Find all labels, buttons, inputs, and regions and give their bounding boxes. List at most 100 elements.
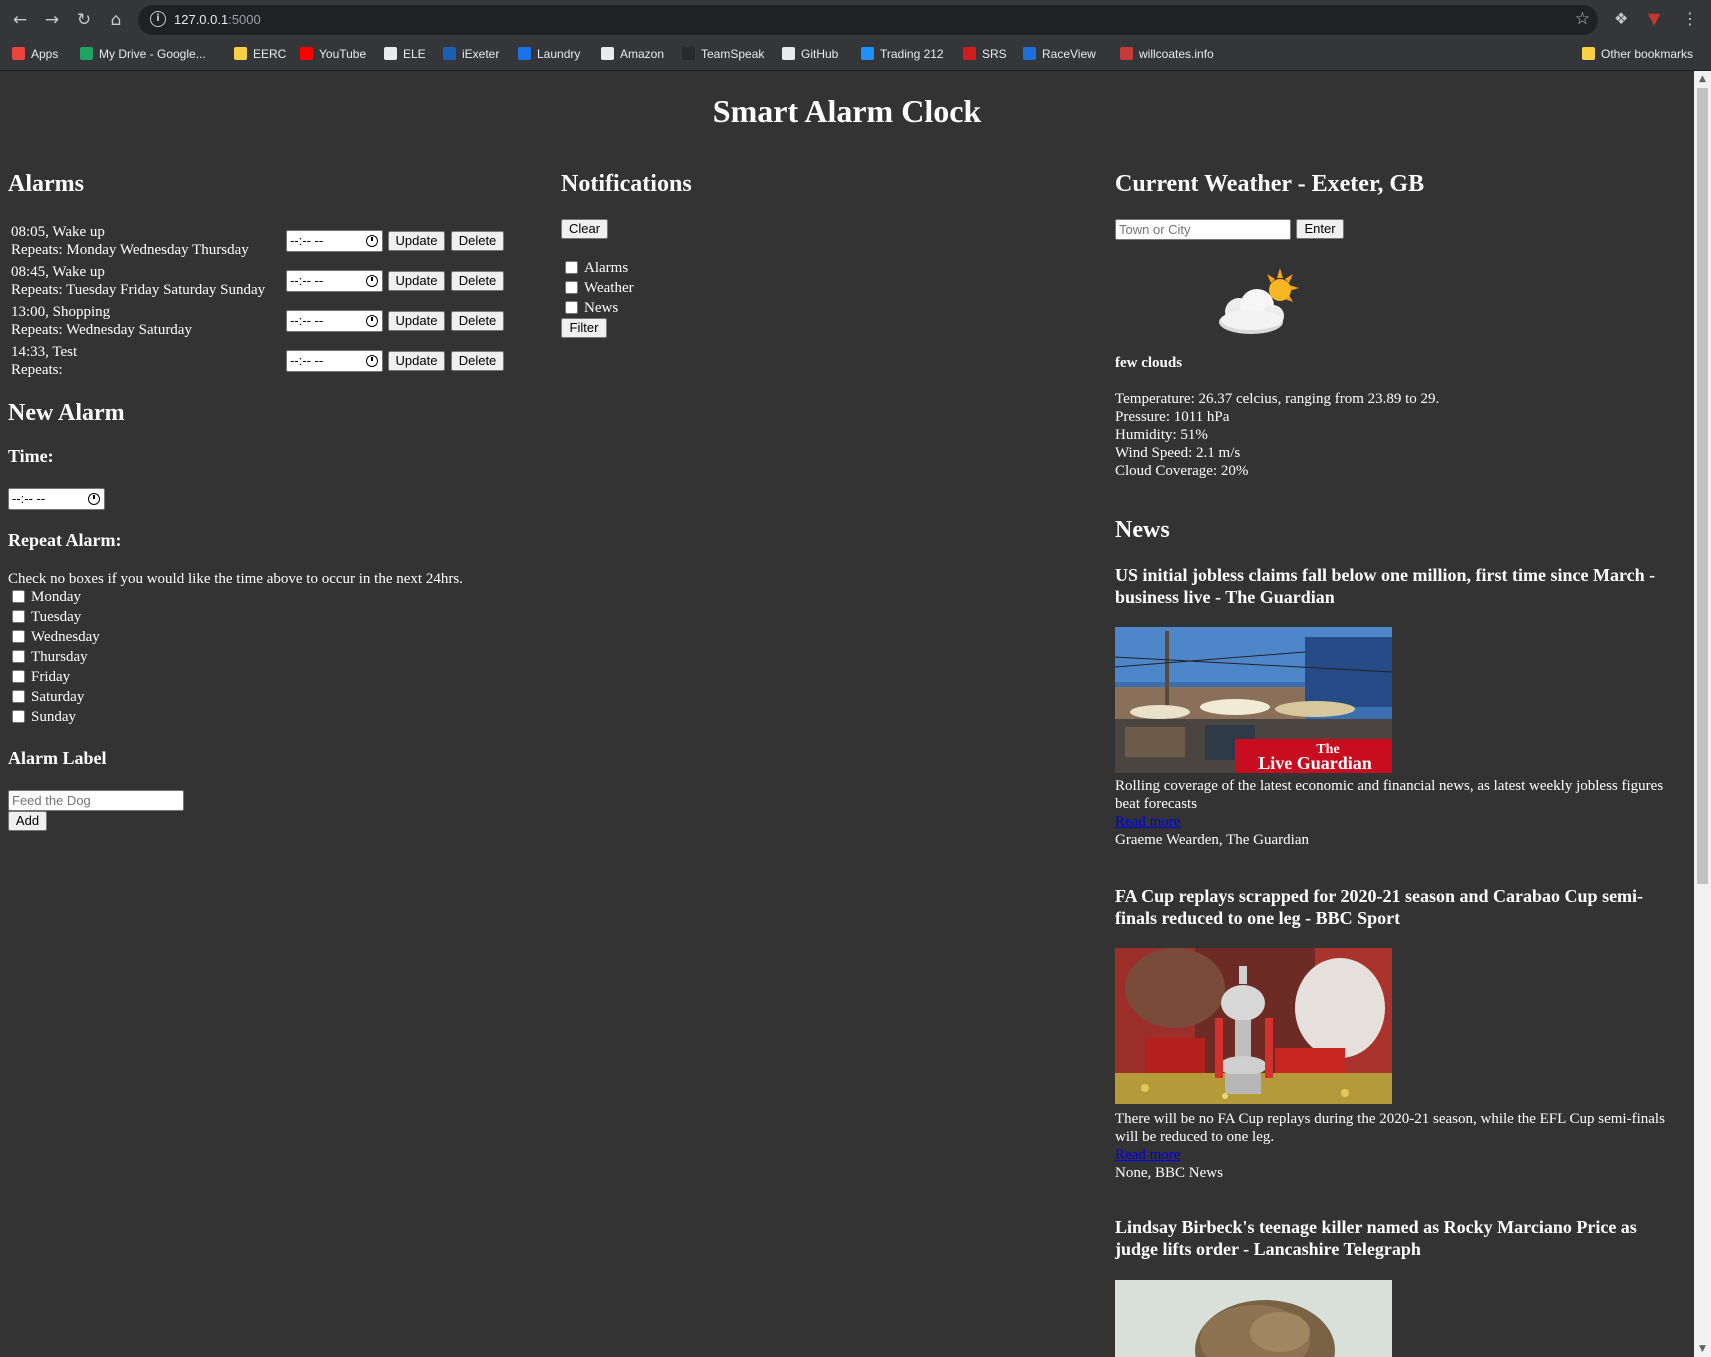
alarm-time-input[interactable]: --:-- -- <box>286 310 383 332</box>
alarm-repeats: Repeats: Monday Wednesday Thursday <box>11 242 249 258</box>
filter-checkbox[interactable] <box>565 301 578 314</box>
page-scrollbar[interactable]: ▲ ▼ <box>1694 71 1711 1357</box>
read-more-link[interactable]: Read more <box>1115 1146 1180 1164</box>
notifications-heading: Notifications <box>561 171 692 197</box>
alarm-repeats: Repeats: Tuesday Friday Saturday Sunday <box>11 282 266 298</box>
alarm-time-label: 14:33, Test <box>11 344 78 360</box>
site-info-icon[interactable]: i <box>150 11 166 27</box>
scrollbar-thumb[interactable] <box>1697 88 1708 884</box>
day-option: Tuesday <box>8 607 208 625</box>
alarm-label-input[interactable]: Feed the Dog <box>8 790 184 811</box>
url-text[interactable]: 127.0.0.1:5000 <box>174 11 261 29</box>
delete-alarm-button[interactable]: Delete <box>451 271 504 291</box>
address-bar[interactable]: i 127.0.0.1:5000 ☆ <box>138 5 1598 35</box>
clock-icon[interactable] <box>366 235 378 247</box>
clock-icon[interactable] <box>366 315 378 327</box>
bookmark-label: YouTube <box>319 47 367 61</box>
update-alarm-button[interactable]: Update <box>388 351 445 371</box>
bookmark-item[interactable]: SRS <box>963 39 1007 70</box>
bookmark-item[interactable]: GitHub <box>782 39 838 70</box>
day-checkbox[interactable] <box>12 650 25 663</box>
read-more-link[interactable]: Read more <box>1115 813 1180 831</box>
city-input[interactable]: Town or City <box>1115 219 1291 240</box>
bookmark-item[interactable]: Amazon <box>601 39 664 70</box>
clock-icon[interactable] <box>366 355 378 367</box>
filter-checkbox[interactable] <box>565 281 578 294</box>
bookmark-item[interactable]: My Drive - Google... <box>80 39 206 70</box>
folder-icon <box>1582 47 1595 60</box>
alarm-time-input[interactable]: --:-- -- <box>286 350 383 372</box>
menu-icon[interactable]: ⋮ <box>1682 9 1698 29</box>
bookmark-favicon-icon <box>601 47 614 60</box>
bookmark-item[interactable]: YouTube <box>300 39 366 70</box>
alarms-heading: Alarms <box>8 171 84 197</box>
clock-icon[interactable] <box>88 493 100 505</box>
bookmark-favicon-icon <box>782 47 795 60</box>
profile-extension-icon[interactable]: ▼ <box>1648 9 1660 29</box>
delete-alarm-button[interactable]: Delete <box>451 231 504 251</box>
filter-checkbox[interactable] <box>565 261 578 274</box>
bookmark-item[interactable]: TeamSpeak <box>682 39 764 70</box>
bookmark-label: ELE <box>403 47 426 61</box>
bookmark-item[interactable]: willcoates.info <box>1120 39 1214 70</box>
day-checkbox[interactable] <box>12 690 25 703</box>
bookmark-item[interactable]: EERC <box>234 39 286 70</box>
repeat-hint: Check no boxes if you would like the tim… <box>8 571 463 587</box>
day-label: Friday <box>31 669 71 685</box>
delete-alarm-button[interactable]: Delete <box>451 311 504 331</box>
day-option: Wednesday <box>8 627 208 645</box>
day-checkbox[interactable] <box>12 590 25 603</box>
bookmark-item[interactable]: Trading 212 <box>861 39 944 70</box>
weather-heading: Current Weather - Exeter, GB <box>1115 171 1425 197</box>
bookmark-item[interactable]: Laundry <box>518 39 580 70</box>
scroll-up-icon[interactable]: ▲ <box>1694 71 1711 87</box>
home-icon[interactable]: ⌂ <box>104 8 128 32</box>
scroll-down-icon[interactable]: ▼ <box>1694 1341 1711 1357</box>
extensions-icon[interactable]: ❖ <box>1614 9 1628 29</box>
time-input-value: --:-- -- <box>290 233 324 248</box>
news-image: The Live Guardian <box>1115 627 1392 773</box>
bookmark-favicon-icon <box>384 47 397 60</box>
day-checkbox[interactable] <box>12 670 25 683</box>
add-alarm-button[interactable]: Add <box>8 811 47 831</box>
alarm-row: 14:33, Test Repeats: --:-- -- Update Delete <box>8 343 528 383</box>
bookmark-item[interactable]: RaceView <box>1023 39 1096 70</box>
weather-wind-speed: Wind Speed: 2.1 m/s <box>1115 445 1241 461</box>
update-alarm-button[interactable]: Update <box>388 271 445 291</box>
day-option: Sunday <box>8 707 208 725</box>
other-bookmarks-label: Other bookmarks <box>1601 47 1694 61</box>
forward-icon[interactable]: → <box>40 8 64 32</box>
news-title: Lindsay Birbeck's teenage killer named a… <box>1115 1217 1637 1259</box>
back-icon[interactable]: ← <box>8 8 32 32</box>
bookmark-label: EERC <box>253 47 287 61</box>
clear-notifications-button[interactable]: Clear <box>561 219 608 239</box>
clock-icon[interactable] <box>366 275 378 287</box>
bookmark-label: willcoates.info <box>1139 47 1214 61</box>
weather-enter-button[interactable]: Enter <box>1296 219 1344 239</box>
time-input-value: --:-- -- <box>290 273 324 288</box>
delete-alarm-button[interactable]: Delete <box>451 351 504 371</box>
alarm-time-input[interactable]: --:-- -- <box>286 270 383 292</box>
day-checkbox[interactable] <box>12 610 25 623</box>
alarm-time-input[interactable]: --:-- -- <box>286 230 383 252</box>
bookmark-label: TeamSpeak <box>701 47 765 61</box>
day-option: Friday <box>8 667 208 685</box>
browser-toolbar: ← → ↻ ⌂ i 127.0.0.1:5000 ☆ ❖ ▼ ⋮ <box>0 0 1711 39</box>
update-alarm-button[interactable]: Update <box>388 311 445 331</box>
bookmark-favicon-icon <box>682 47 695 60</box>
bookmark-item[interactable]: ELE <box>384 39 426 70</box>
reload-icon[interactable]: ↻ <box>72 8 96 32</box>
update-alarm-button[interactable]: Update <box>388 231 445 251</box>
bookmark-star-icon[interactable]: ☆ <box>1575 9 1590 29</box>
new-alarm-time-input[interactable]: --:-- -- <box>8 488 105 510</box>
day-checkbox[interactable] <box>12 710 25 723</box>
other-bookmarks[interactable]: Other bookmarks <box>1582 39 1693 70</box>
bookmark-label: Trading 212 <box>880 47 944 61</box>
bookmark-item[interactable]: Apps <box>12 39 58 70</box>
bookmark-item[interactable]: iExeter <box>443 39 499 70</box>
weather-humidity: Humidity: 51% <box>1115 427 1208 443</box>
bookmark-favicon-icon <box>963 47 976 60</box>
day-checkbox[interactable] <box>12 630 25 643</box>
filter-button[interactable]: Filter <box>561 318 607 338</box>
bookmark-label: Amazon <box>620 47 665 61</box>
